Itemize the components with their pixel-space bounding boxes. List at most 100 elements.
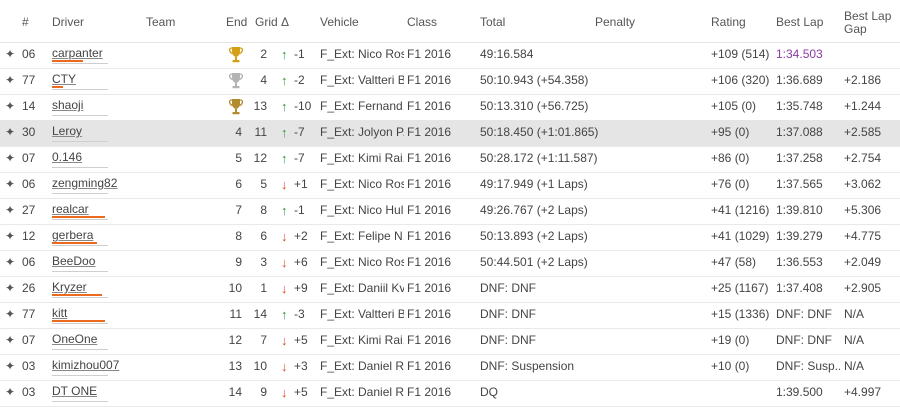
driver-link[interactable]: zengming82 (52, 172, 117, 195)
arrow-down-icon: ↓ (281, 359, 288, 374)
expand-row-icon[interactable]: ✦ (5, 276, 15, 301)
driver-progress-track (52, 193, 108, 194)
best-lap-gap-cell: +2.905 (844, 281, 882, 295)
col-vehicle-header[interactable]: Vehicle (320, 16, 359, 29)
table-row[interactable]: ✦ 06 BeeDoo 9 3 ↓ +6 F_Ext: Nico Ros...F1 2016 5… (0, 250, 900, 277)
rating-cell: +47 (58) (711, 255, 757, 269)
expand-row-icon[interactable]: ✦ (5, 42, 15, 67)
expand-row-icon[interactable]: ✦ (5, 172, 15, 197)
grid-position: 3 (260, 255, 267, 269)
total-cell: 50:28.172 (+1:11.587) (480, 151, 598, 165)
driver-progress-track (52, 219, 108, 220)
rating-cell: +95 (0) (711, 125, 750, 139)
table-row[interactable]: ✦ 77 CTY 4 ↑ -2 F_Ext: Valtteri B...F1 2016 50:… (0, 68, 900, 95)
arrow-up-icon: ↑ (281, 47, 288, 62)
driver-cell: realcar (52, 198, 108, 223)
table-row[interactable]: ✦ 77 kitt 11 14 ↑ -3 F_Ext: Valtteri B...F1 201… (0, 302, 900, 329)
driver-link[interactable]: BeeDoo (52, 250, 95, 273)
col-penalty-header[interactable]: Penalty (595, 16, 635, 29)
table-row[interactable]: ✦ 03 kimizhou007 13 10 ↓ +3 F_Ext: Daniel R...F… (0, 354, 900, 381)
table-row[interactable]: ✦ 12 gerbera 8 6 ↓ +2 F_Ext: Felipe N... F1 2016… (0, 224, 900, 251)
end-position: 14 (228, 385, 242, 399)
best-lap-cell: 1:37.088 (776, 125, 823, 139)
best-lap-gap-header-line1: Best Lap (844, 9, 892, 23)
driver-cell: zengming82 (52, 172, 117, 197)
col-grid-header[interactable]: Grid (255, 16, 278, 29)
grid-position: 7 (260, 333, 267, 347)
expand-row-icon[interactable]: ✦ (5, 224, 15, 249)
total-cell: DQ (480, 385, 498, 399)
class-cell: F1 2016 (407, 177, 452, 191)
position-delta: -1 (294, 47, 305, 61)
expand-row-icon[interactable]: ✦ (5, 198, 15, 223)
driver-progress-bar (52, 320, 105, 322)
driver-link[interactable]: Leroy (52, 120, 82, 143)
expand-row-icon[interactable]: ✦ (5, 94, 15, 119)
table-row[interactable]: ✦ 27 realcar 7 8 ↑ -1 F_Ext: Nico Hul...F1 2016… (0, 198, 900, 225)
col-class-header[interactable]: Class (407, 16, 437, 29)
rating-cell: +41 (1216) (711, 203, 770, 217)
vehicle-cell: F_Ext: Nico Ros... (320, 47, 404, 61)
grid-position: 5 (260, 177, 267, 191)
driver-link[interactable]: kimizhou007 (52, 354, 119, 377)
grid-position: 2 (260, 47, 267, 61)
class-cell: F1 2016 (407, 255, 452, 269)
car-number: 06 (22, 177, 36, 191)
table-row[interactable]: ✦ 03 DT ONE 14 9 ↓ +5 F_Ext: Daniel R...F1 2016… (0, 380, 900, 407)
grid-position: 4 (260, 73, 267, 87)
total-cell: DNF: Suspension (480, 359, 575, 373)
expand-row-icon[interactable]: ✦ (5, 302, 15, 327)
expand-row-icon[interactable]: ✦ (5, 328, 15, 353)
driver-link[interactable]: OneOne (52, 328, 97, 351)
table-row[interactable]: ✦ 07 0.146 5 12 ↑ -7 F_Ext: Kimi Rai... F1 2016 5… (0, 146, 900, 173)
col-total-header[interactable]: Total (480, 16, 505, 29)
col-number-header[interactable]: # (22, 16, 29, 29)
expand-row-icon[interactable]: ✦ (5, 120, 15, 145)
col-delta-header[interactable]: Δ (281, 16, 289, 29)
driver-progress-bar (52, 242, 97, 244)
driver-link[interactable]: 0.146 (52, 146, 82, 169)
table-row[interactable]: ✦ 30 Leroy 4 11 ↑ -7 F_Ext: Jolyon P... F1 2016 5… (0, 120, 900, 147)
col-end-header[interactable]: End (226, 16, 247, 29)
driver-progress-track (52, 245, 108, 246)
best-lap-cell: 1:35.748 (776, 99, 823, 113)
car-number: 77 (22, 73, 36, 87)
total-cell: DNF: DNF (480, 333, 536, 347)
col-team-header[interactable]: Team (146, 16, 175, 29)
car-number: 06 (22, 255, 36, 269)
expand-row-icon[interactable]: ✦ (5, 250, 15, 275)
driver-link[interactable]: shaoji (52, 94, 83, 117)
driver-link[interactable]: DT ONE (52, 380, 97, 403)
silver-trophy-icon (228, 72, 244, 89)
table-row[interactable]: ✦ 14 shaoji 13 ↑ -10 F_Ext: Fernand... F1 2016 5… (0, 94, 900, 121)
best-lap-gap-cell: +2.049 (844, 255, 882, 269)
expand-row-icon[interactable]: ✦ (5, 354, 15, 379)
position-delta: -10 (294, 99, 312, 113)
expand-row-icon[interactable]: ✦ (5, 380, 15, 405)
table-row[interactable]: ✦ 07 OneOne 12 7 ↓ +5 F_Ext: Kimi Rai... F1 2016… (0, 328, 900, 355)
col-best-lap-gap-header[interactable]: Best Lap Gap (844, 10, 891, 36)
table-row[interactable]: ✦ 06 zengming82 6 5 ↓ +1 F_Ext: Nico Ros...F1 2… (0, 172, 900, 199)
best-lap-cell: 1:37.565 (776, 177, 823, 191)
table-row[interactable]: ✦ 06 carpanter 2 ↑ -1 F_Ext: Nico Ros...F1 201… (0, 42, 900, 69)
total-cell: DNF: DNF (480, 281, 536, 295)
best-lap-gap-cell: +2.186 (844, 73, 882, 87)
vehicle-cell: F_Ext: Valtteri B... (320, 307, 404, 321)
col-best-lap-header[interactable]: Best Lap (776, 16, 823, 29)
driver-progress-track (52, 271, 108, 272)
col-driver-header[interactable]: Driver (52, 16, 84, 29)
arrow-up-icon: ↑ (281, 99, 288, 114)
vehicle-cell: F_Ext: Daniil Kv... (320, 281, 404, 295)
best-lap-gap-cell: +2.754 (844, 151, 882, 165)
driver-progress-track (52, 297, 108, 298)
driver-cell: DT ONE (52, 380, 108, 405)
total-cell: DNF: DNF (480, 307, 536, 321)
vehicle-cell: F_Ext: Nico Ros... (320, 255, 404, 269)
table-row[interactable]: ✦ 26 Kryzer 10 1 ↓ +9 F_Ext: Daniil Kv...F1 201… (0, 276, 900, 303)
best-lap-gap-cell: +5.306 (844, 203, 882, 217)
grid-position: 1 (260, 281, 267, 295)
col-rating-header[interactable]: Rating (711, 16, 746, 29)
expand-row-icon[interactable]: ✦ (5, 146, 15, 171)
driver-progress-bar (52, 294, 102, 296)
expand-row-icon[interactable]: ✦ (5, 68, 15, 93)
